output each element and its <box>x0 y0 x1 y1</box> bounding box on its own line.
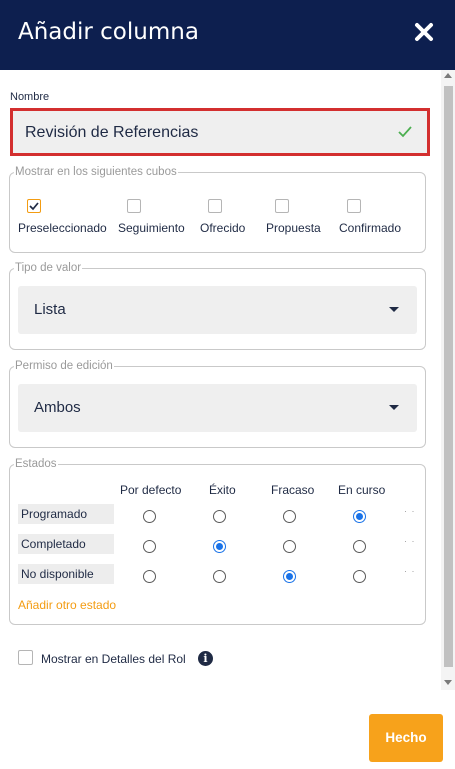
scroll-up-arrow-icon[interactable] <box>444 73 452 78</box>
dialog-footer: Hecho <box>0 690 455 769</box>
cubes-legend: Mostrar en los siguientes cubos <box>15 166 177 178</box>
edit-permission-select[interactable]: Ambos <box>18 384 417 432</box>
check-icon <box>398 126 412 138</box>
states-legend: Estados <box>15 458 57 470</box>
state-radio[interactable] <box>213 510 226 523</box>
show-role-checkbox[interactable] <box>18 650 33 665</box>
cube-checkbox[interactable] <box>347 199 361 213</box>
state-radio[interactable] <box>143 510 156 523</box>
ellipsis-icon: · · <box>404 536 416 546</box>
state-radio[interactable] <box>143 540 156 553</box>
add-state-link[interactable]: Añadir otro estado <box>18 598 116 612</box>
ellipsis-icon: · · <box>404 506 416 516</box>
cube-confirmado[interactable]: Confirmado <box>339 199 401 235</box>
state-radio[interactable] <box>353 570 366 583</box>
states-table: Por defecto Éxito Fracaso En curso Progr… <box>10 470 425 620</box>
state-radio[interactable] <box>143 570 156 583</box>
value-type-legend: Tipo de valor <box>15 262 82 274</box>
cube-preseleccionado[interactable]: Preseleccionado <box>18 199 107 235</box>
states-col-header: Por defecto <box>120 483 182 497</box>
cube-propuesta[interactable]: Propuesta <box>266 199 321 235</box>
cube-checkbox[interactable] <box>208 199 222 213</box>
state-radio[interactable] <box>283 510 296 523</box>
checkmark-icon <box>29 202 39 211</box>
state-radio[interactable] <box>213 570 226 583</box>
dialog-body: Nombre Revisión de Referencias Mostrar e… <box>0 70 441 690</box>
scroll-down-arrow-icon[interactable] <box>444 680 452 685</box>
state-radio[interactable] <box>353 540 366 553</box>
info-icon[interactable]: i <box>198 651 213 666</box>
name-input-value: Revisión de Referencias <box>25 124 199 141</box>
done-button[interactable]: Hecho <box>369 714 443 762</box>
cube-label: Preseleccionado <box>18 221 107 235</box>
close-button[interactable] <box>408 18 442 48</box>
name-input[interactable]: Revisión de Referencias <box>10 108 430 156</box>
value-type-select[interactable]: Lista <box>18 286 417 334</box>
dialog-header: Añadir columna <box>0 0 455 70</box>
state-radio[interactable] <box>283 540 296 553</box>
cube-label: Confirmado <box>339 221 402 235</box>
cube-label: Propuesta <box>266 221 321 235</box>
edit-permission-selected: Ambos <box>34 399 81 416</box>
close-icon <box>415 23 433 41</box>
states-col-header: Fracaso <box>271 483 315 497</box>
cube-checkbox[interactable] <box>127 199 141 213</box>
caret-down-icon <box>389 307 399 312</box>
cube-label: Seguimiento <box>118 221 185 235</box>
state-radio-selected[interactable] <box>353 510 366 523</box>
states-col-header: En curso <box>338 483 386 497</box>
scrollbar[interactable] <box>441 70 455 690</box>
cube-ofrecido[interactable]: Ofrecido <box>200 199 245 235</box>
value-type-selected: Lista <box>34 301 66 318</box>
state-radio-selected[interactable] <box>283 570 296 583</box>
cube-label: Ofrecido <box>200 221 246 235</box>
state-row-label: Completado <box>18 534 114 554</box>
cube-checkbox-checked[interactable] <box>27 199 41 213</box>
state-radio-selected[interactable] <box>213 540 226 553</box>
cube-checkbox[interactable] <box>275 199 289 213</box>
states-col-header: Éxito <box>209 483 236 497</box>
show-role-label: Mostrar en Detalles del Rol <box>41 652 186 666</box>
state-row-label: Programado <box>18 504 114 524</box>
cube-seguimiento[interactable]: Seguimiento <box>118 199 185 235</box>
state-row-label: No disponible <box>18 564 114 584</box>
ellipsis-icon: · · <box>404 566 416 576</box>
scrollbar-thumb[interactable] <box>444 86 453 667</box>
caret-down-icon <box>389 405 399 410</box>
name-label: Nombre <box>10 91 50 103</box>
dialog-title: Añadir columna <box>18 19 199 45</box>
edit-permission-legend: Permiso de edición <box>15 360 113 372</box>
